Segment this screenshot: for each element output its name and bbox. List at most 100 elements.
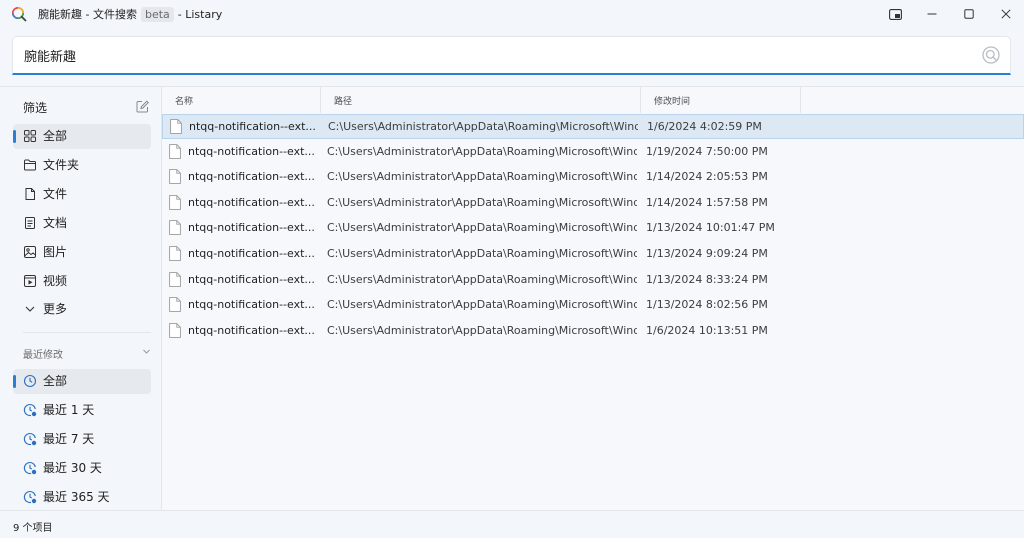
file-name-cell: ntqq-notification--ext... — [188, 247, 315, 260]
recent-7-days[interactable]: 最近 7 天 — [13, 427, 151, 452]
clock-month-icon — [23, 461, 37, 475]
file-path-cell: C:\Users\Administrator\AppData\Roaming\M… — [328, 120, 638, 133]
clock-day-icon — [23, 403, 37, 417]
filter-type-label: 文件夹 — [43, 158, 80, 172]
filter-type-label: 视频 — [43, 274, 68, 288]
file-icon — [169, 322, 181, 338]
recent-label: 最近 1 天 — [43, 403, 95, 417]
modified-time-cell: 1/13/2024 8:02:56 PM — [646, 298, 768, 312]
file-path-cell: C:\Users\Administrator\AppData\Roaming\M… — [327, 144, 637, 158]
clock-icon — [23, 374, 37, 388]
table-row[interactable]: ntqq-notification--ext... C:\Users\Admini… — [162, 114, 1024, 139]
search-input[interactable] — [24, 45, 924, 65]
minimize-button[interactable] — [921, 4, 943, 24]
filter-type-all[interactable]: 全部 — [13, 124, 151, 149]
filter-type-document[interactable]: 文档 — [13, 211, 151, 236]
file-name-cell: ntqq-notification--ext... — [188, 323, 315, 337]
file-icon — [169, 271, 181, 287]
modified-time-cell: 1/13/2024 8:33:24 PM — [646, 272, 768, 286]
file-name-cell: ntqq-notification--ext... — [188, 298, 315, 312]
modified-time-cell: 1/13/2024 10:01:47 PM — [646, 221, 775, 235]
table-row[interactable]: ntqq-notification--ext... C:\Users\Admini… — [162, 165, 1024, 190]
image-icon — [24, 246, 36, 258]
table-row[interactable]: ntqq-notification--ext... C:\Users\Admini… — [162, 293, 1024, 318]
modified-time-cell: 1/6/2024 10:13:51 PM — [646, 323, 768, 337]
recent-all[interactable]: 全部 — [13, 369, 151, 394]
title-bar: 腕能新趣 - 文件搜索 beta - Listary — [0, 0, 1024, 28]
modified-time-cell: 1/13/2024 9:09:24 PM — [646, 247, 768, 260]
filter-type-label: 文件 — [43, 187, 68, 201]
edit-icon[interactable] — [136, 100, 149, 113]
chevron-down-icon — [25, 306, 35, 312]
file-icon — [169, 143, 181, 159]
file-name-cell: ntqq-notification--ext... — [188, 221, 315, 235]
file-path-cell: C:\Users\Administrator\AppData\Roaming\M… — [327, 221, 637, 235]
window-title-prefix: 腕能新趣 - 文件搜索 — [38, 8, 137, 21]
file-icon — [169, 169, 181, 185]
column-header-label: 路径 — [334, 96, 353, 107]
filter-type-file[interactable]: 文件 — [13, 182, 151, 207]
filter-type-label: 更多 — [43, 302, 68, 316]
table-row[interactable]: ntqq-notification--ext... C:\Users\Admini… — [162, 319, 1024, 344]
modified-time-cell: 1/14/2024 1:57:58 PM — [646, 195, 768, 209]
modified-time-cell: 1/19/2024 7:50:00 PM — [646, 144, 768, 158]
maximize-button[interactable] — [958, 4, 980, 24]
clock-year-icon — [23, 490, 37, 504]
filter-type-folder[interactable]: 文件夹 — [13, 153, 151, 178]
status-bar: 9 个项目 — [0, 510, 1024, 538]
file-path-cell: C:\Users\Administrator\AppData\Roaming\M… — [327, 247, 637, 260]
filter-type-label: 文档 — [43, 216, 68, 230]
sidebar-divider — [23, 332, 151, 333]
table-row[interactable]: ntqq-notification--ext... C:\Users\Admini… — [162, 216, 1024, 241]
beta-badge: beta — [140, 6, 174, 22]
recent-label: 最近 30 天 — [43, 461, 102, 475]
filter-type-image[interactable]: 图片 — [13, 240, 151, 265]
recent-30-days[interactable]: 最近 30 天 — [13, 456, 151, 481]
recent-label: 最近 7 天 — [43, 432, 95, 446]
video-icon — [24, 275, 36, 287]
recent-label: 最近 365 天 — [43, 490, 110, 504]
recent-365-days[interactable]: 最近 365 天 — [13, 485, 151, 510]
file-path-cell: C:\Users\Administrator\AppData\Roaming\M… — [327, 298, 637, 312]
column-header-modified[interactable]: 修改时间 — [641, 87, 801, 113]
column-header-path[interactable]: 路径 — [321, 87, 641, 113]
file-path-cell: C:\Users\Administrator\AppData\Roaming\M… — [327, 272, 637, 286]
filter-type-label: 全部 — [43, 129, 68, 143]
recent-1-day[interactable]: 最近 1 天 — [13, 398, 151, 423]
file-icon — [169, 194, 181, 210]
document-icon — [25, 217, 35, 229]
compact-mode-button[interactable] — [884, 4, 906, 24]
active-indicator — [13, 375, 16, 388]
file-icon — [169, 246, 181, 261]
filter-type-more[interactable]: 更多 — [13, 297, 151, 322]
table-row[interactable]: ntqq-notification--ext... C:\Users\Admini… — [162, 242, 1024, 267]
active-indicator — [13, 130, 16, 143]
file-path-cell: C:\Users\Administrator\AppData\Roaming\M… — [327, 170, 637, 184]
search-icon[interactable] — [981, 45, 1001, 65]
file-icon — [169, 297, 181, 313]
table-row[interactable]: ntqq-notification--ext... C:\Users\Admini… — [162, 191, 1024, 216]
filter-sidebar: 筛选 全部 文件夹 文件 文档 图片 视频 更多 最近修改 全部 最近 1 天 … — [0, 86, 162, 510]
picture-in-picture-icon — [888, 8, 902, 20]
window-title-suffix: - Listary — [177, 7, 223, 21]
collapse-chevron-icon[interactable] — [142, 347, 151, 356]
table-row[interactable]: ntqq-notification--ext... C:\Users\Admini… — [162, 268, 1024, 293]
grid-icon — [24, 130, 36, 142]
close-button[interactable] — [995, 4, 1017, 24]
minimize-icon — [927, 13, 937, 15]
column-header-name[interactable]: 名称 — [162, 87, 321, 113]
file-name-cell: ntqq-notification--ext... — [188, 144, 315, 158]
modified-time-cell: 1/6/2024 4:02:59 PM — [647, 120, 762, 133]
table-row[interactable]: ntqq-notification--ext... C:\Users\Admini… — [162, 140, 1024, 165]
column-header-label: 修改时间 — [654, 96, 691, 107]
listary-logo-icon — [12, 7, 27, 22]
window-title: 腕能新趣 - 文件搜索 beta - Listary — [38, 6, 222, 22]
filter-heading: 筛选 — [23, 101, 48, 115]
file-icon — [169, 220, 181, 236]
filter-type-label: 图片 — [43, 245, 68, 259]
modified-time-cell: 1/14/2024 2:05:53 PM — [646, 170, 768, 184]
maximize-icon — [964, 9, 974, 19]
search-box — [12, 36, 1011, 75]
recent-label: 全部 — [43, 374, 68, 388]
filter-type-video[interactable]: 视频 — [13, 269, 151, 294]
